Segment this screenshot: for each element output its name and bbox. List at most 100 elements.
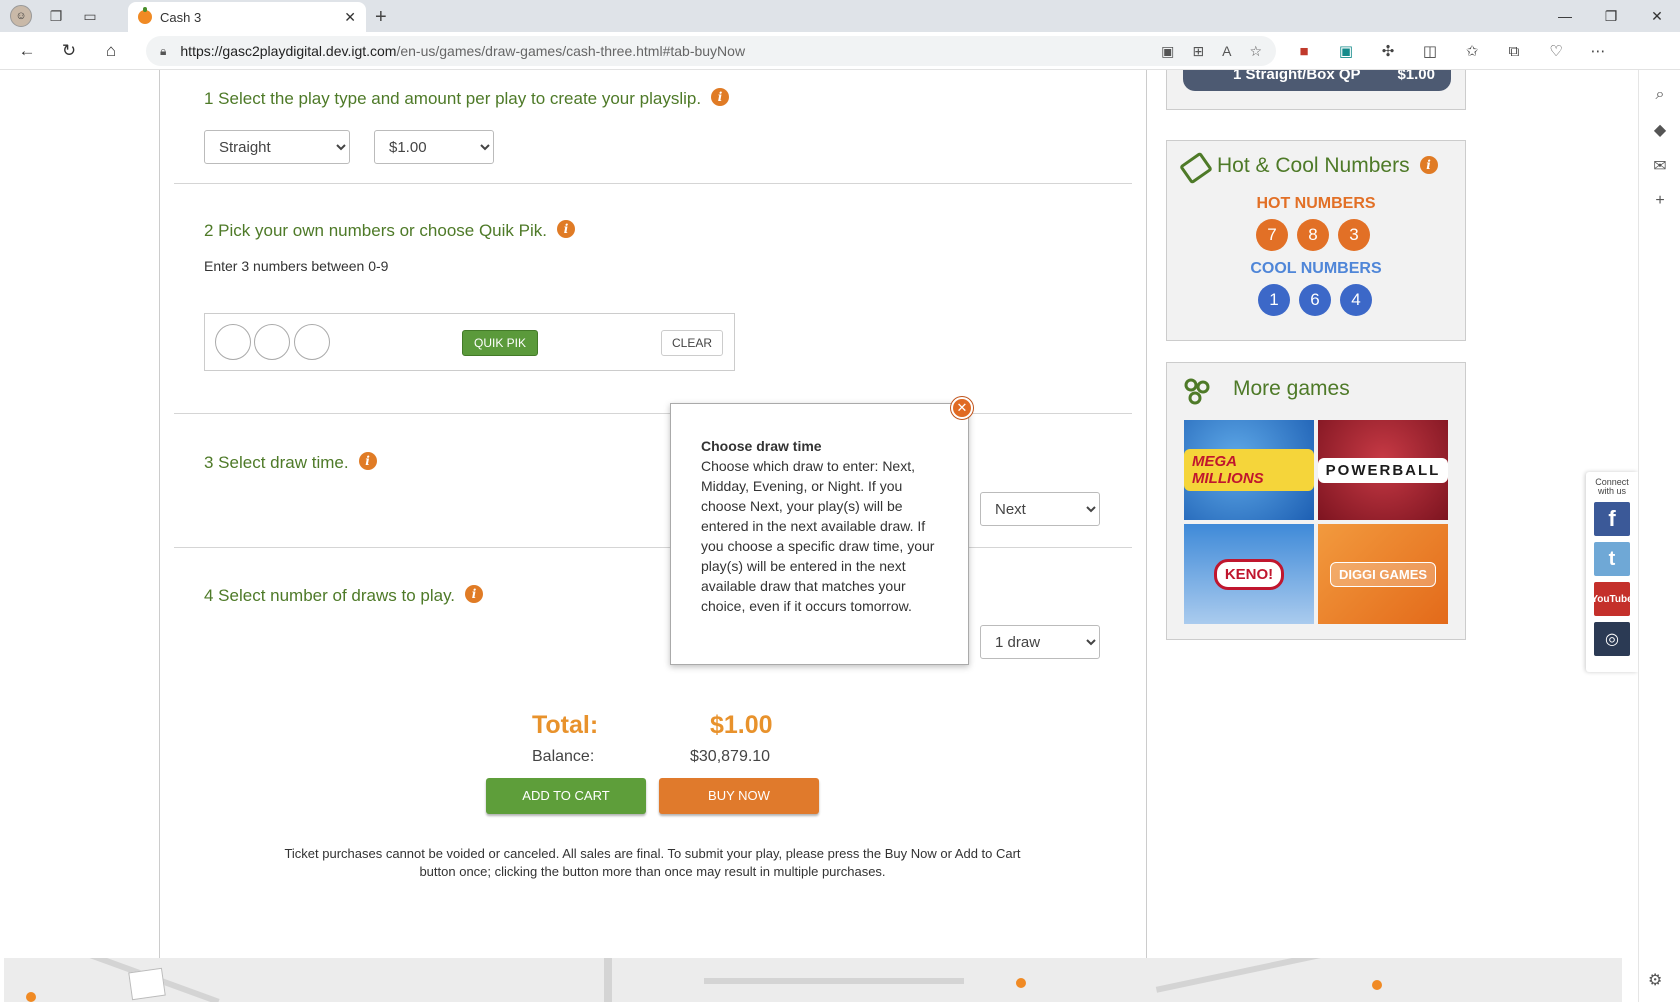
draw-time-popover: Choose draw time Choose which draw to en… bbox=[670, 403, 969, 665]
divider bbox=[174, 547, 1132, 548]
instagram-icon[interactable]: ◎ bbox=[1594, 622, 1630, 656]
extension-red-icon[interactable]: ■ bbox=[1290, 36, 1318, 66]
balance-value: $30,879.10 bbox=[690, 748, 771, 765]
hot-number-ball: 3 bbox=[1338, 219, 1370, 251]
social-connect-bar: Connect with us f t YouTube ◎ bbox=[1586, 472, 1638, 672]
youtube-icon[interactable]: YouTube bbox=[1591, 582, 1633, 616]
page-content: 1 Select the play type and amount per pl… bbox=[0, 70, 1638, 1002]
draws-select[interactable]: 1 draw bbox=[980, 625, 1100, 659]
collections-icon[interactable]: ⧉ bbox=[1500, 36, 1528, 66]
close-window-icon[interactable]: ✕ bbox=[1634, 0, 1680, 32]
clear-button[interactable]: CLEAR bbox=[661, 330, 723, 356]
workspaces-icon[interactable]: ❐ bbox=[46, 6, 66, 26]
game-tile-mega-millions[interactable]: MEGA MILLIONS bbox=[1184, 420, 1314, 520]
step2-title: 2 Pick your own numbers or choose Quik P… bbox=[204, 220, 575, 241]
browser-tab-cash3[interactable]: Cash 3 ✕ bbox=[128, 2, 366, 32]
url-path: /en-us/games/draw-games/cash-three.html#… bbox=[396, 43, 746, 59]
cart-summary-box: 1 Straight/Box QP $1.00 bbox=[1166, 70, 1466, 110]
close-tab-icon[interactable]: ✕ bbox=[344, 9, 356, 26]
games-circles-icon bbox=[1184, 378, 1210, 405]
game-tile-keno[interactable]: KENO! bbox=[1184, 524, 1314, 624]
hot-numbers-label: HOT NUMBERS bbox=[1256, 195, 1376, 212]
add-sidebar-app-icon[interactable]: + bbox=[1639, 192, 1680, 210]
divider bbox=[174, 413, 1132, 414]
popover-body: Choose which draw to enter: Next, Midday… bbox=[701, 458, 935, 614]
footer-map bbox=[4, 958, 1622, 1002]
step3-title: 3 Select draw time. i bbox=[204, 452, 377, 473]
popover-title: Choose draw time bbox=[701, 438, 822, 454]
facebook-icon[interactable]: f bbox=[1594, 502, 1630, 536]
total-label: Total: bbox=[532, 711, 599, 739]
tab-actions-icon[interactable]: ▭ bbox=[80, 6, 100, 26]
map-pin-icon bbox=[1016, 978, 1026, 988]
extension-teal-icon[interactable]: ▣ bbox=[1332, 36, 1360, 66]
quik-pik-button[interactable]: QUIK PIK bbox=[462, 330, 538, 356]
address-bar-row: ← ↻ ⌂ 🔒︎ https://gasc2playdigital.dev.ig… bbox=[0, 32, 1680, 94]
outlook-icon[interactable]: ✉ bbox=[1639, 156, 1680, 176]
more-games-title: More games bbox=[1233, 377, 1350, 400]
info-icon[interactable]: i bbox=[465, 585, 484, 603]
search-icon[interactable]: ⌕ bbox=[1639, 86, 1680, 104]
twitter-icon[interactable]: t bbox=[1594, 542, 1630, 576]
info-icon[interactable]: i bbox=[1419, 156, 1438, 174]
cool-number-ball: 1 bbox=[1258, 284, 1290, 316]
tab-title: Cash 3 bbox=[160, 9, 202, 25]
number-input-3[interactable] bbox=[294, 324, 330, 360]
more-games-box: More games MEGA MILLIONS POWERBALL KENO!… bbox=[1166, 362, 1466, 640]
extensions-puzzle-icon[interactable]: ✣ bbox=[1374, 36, 1402, 66]
game-tile-diggi[interactable]: DIGGI GAMES bbox=[1318, 524, 1448, 624]
maximize-icon[interactable]: ❐ bbox=[1588, 0, 1634, 32]
more-menu-icon[interactable]: ⋯ bbox=[1584, 36, 1612, 66]
cart-item-pill[interactable]: 1 Straight/Box QP $1.00 bbox=[1183, 70, 1451, 91]
number-input-2[interactable] bbox=[254, 324, 290, 360]
minimize-icon[interactable]: — bbox=[1542, 0, 1588, 32]
cool-number-ball: 6 bbox=[1299, 284, 1331, 316]
lottery-logo-icon bbox=[128, 967, 166, 1001]
divider bbox=[174, 183, 1132, 184]
cool-numbers-label: COOL NUMBERS bbox=[1250, 260, 1382, 277]
apps-icon[interactable]: ⊞ bbox=[1192, 43, 1204, 60]
shopping-icon[interactable]: ◆ bbox=[1639, 120, 1680, 140]
settings-gear-icon[interactable]: ⚙ bbox=[1648, 970, 1662, 990]
cool-number-ball: 4 bbox=[1340, 284, 1372, 316]
info-icon[interactable]: i bbox=[711, 88, 730, 106]
info-icon[interactable]: i bbox=[556, 220, 575, 238]
new-tab-icon[interactable]: + bbox=[375, 6, 387, 29]
favorites-icon[interactable]: ✩ bbox=[1458, 36, 1486, 66]
total-value: $1.00 bbox=[710, 711, 773, 739]
lock-icon[interactable]: 🔒︎ bbox=[160, 44, 166, 59]
home-icon[interactable]: ⌂ bbox=[96, 36, 126, 66]
refresh-icon[interactable]: ↻ bbox=[54, 36, 84, 66]
hot-cool-box: Hot & Cool Numbers i HOT NUMBERS 7 8 3 CO… bbox=[1166, 140, 1466, 341]
profile-avatar[interactable]: ☺ bbox=[10, 5, 32, 27]
add-to-cart-button[interactable]: ADD TO CART bbox=[486, 778, 646, 814]
balance-label: Balance: bbox=[532, 748, 595, 765]
browser-tabbar: ☺ ❐ ▭ Cash 3 ✕ + — ❐ ✕ bbox=[0, 0, 1680, 32]
numbers-hint: Enter 3 numbers between 0-9 bbox=[204, 258, 389, 274]
url-field[interactable]: 🔒︎ https://gasc2playdigital.dev.igt.com … bbox=[146, 36, 1276, 66]
browser-sidebar: ⌕ ◆ ✉ + bbox=[1638, 70, 1680, 1002]
number-input-1[interactable] bbox=[215, 324, 251, 360]
ticket-icon bbox=[1179, 151, 1213, 185]
map-pin-icon bbox=[1372, 980, 1382, 990]
play-type-select[interactable]: Straight bbox=[204, 130, 350, 164]
favorite-star-icon[interactable]: ☆ bbox=[1249, 43, 1262, 60]
hot-number-ball: 7 bbox=[1256, 219, 1288, 251]
amount-select[interactable]: $1.00 bbox=[374, 130, 494, 164]
back-icon[interactable]: ← bbox=[12, 36, 42, 66]
step4-title: 4 Select number of draws to play. i bbox=[204, 585, 484, 606]
device-icon[interactable]: ▣ bbox=[1161, 43, 1174, 60]
number-pick-box: QUIK PIK CLEAR bbox=[204, 313, 735, 371]
step1-title: 1 Select the play type and amount per pl… bbox=[204, 88, 730, 109]
split-screen-icon[interactable]: ◫ bbox=[1416, 36, 1444, 66]
info-icon[interactable]: i bbox=[358, 452, 377, 470]
hot-cool-title: Hot & Cool Numbers i bbox=[1217, 154, 1438, 178]
draw-time-select[interactable]: Next bbox=[980, 492, 1100, 526]
game-tile-powerball[interactable]: POWERBALL bbox=[1318, 420, 1448, 520]
read-aloud-icon[interactable]: A bbox=[1222, 43, 1231, 60]
popover-close-icon[interactable]: ✕ bbox=[951, 397, 973, 419]
performance-icon[interactable]: ♡ bbox=[1542, 36, 1570, 66]
social-caption: Connect with us bbox=[1595, 477, 1629, 496]
url-host: https://gasc2playdigital.dev.igt.com bbox=[180, 43, 397, 59]
buy-now-button[interactable]: BUY NOW bbox=[659, 778, 819, 814]
